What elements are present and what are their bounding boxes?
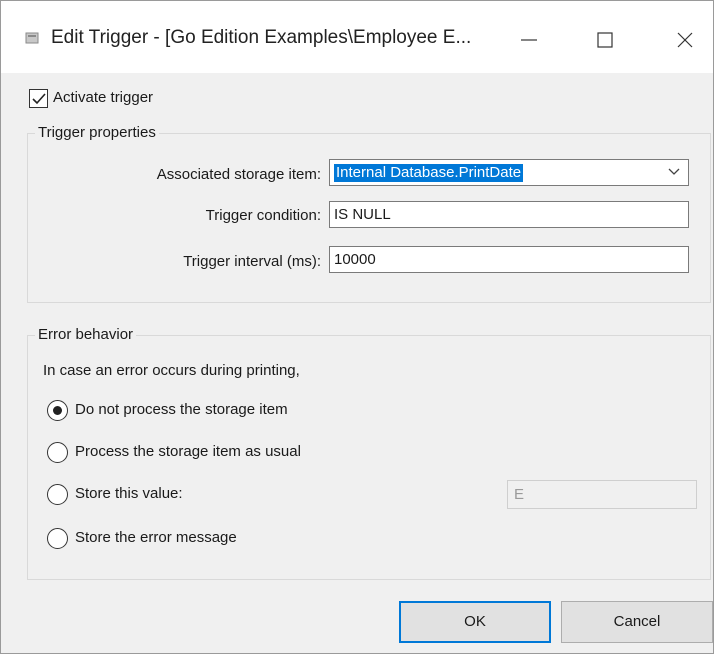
activate-trigger-label: Activate trigger <box>53 89 154 106</box>
maximize-icon <box>597 32 613 48</box>
radio-label: Do not process the storage item <box>75 401 288 418</box>
radio-label: Store the error message <box>75 529 237 546</box>
checkmark-icon <box>32 93 46 105</box>
title-bar[interactable]: Edit Trigger - [Go Edition Examples\Empl… <box>1 1 713 73</box>
trigger-properties-caption: Trigger properties <box>35 124 159 141</box>
chevron-down-icon <box>668 168 680 175</box>
window-title: Edit Trigger - [Go Edition Examples\Empl… <box>51 27 472 48</box>
app-icon <box>25 32 39 44</box>
radio-selected-dot <box>53 406 62 415</box>
store-value-input[interactable]: E <box>507 480 697 509</box>
trigger-condition-input[interactable]: IS NULL <box>329 201 689 228</box>
radio-button[interactable] <box>47 528 68 549</box>
maximize-button[interactable] <box>575 15 635 65</box>
trigger-interval-input[interactable]: 10000 <box>329 246 689 273</box>
error-intro-text: In case an error occurs during printing, <box>43 362 300 379</box>
error-behavior-caption: Error behavior <box>35 326 137 343</box>
radio-button[interactable] <box>47 442 68 463</box>
close-button[interactable] <box>655 15 714 65</box>
radio-button[interactable] <box>47 400 68 421</box>
minimize-button[interactable] <box>499 15 559 65</box>
radio-label: Process the storage item as usual <box>75 443 301 460</box>
cancel-button[interactable]: Cancel <box>561 601 713 643</box>
storage-item-select[interactable]: Internal Database.PrintDate <box>329 159 689 186</box>
close-icon <box>677 32 693 48</box>
activate-trigger-checkbox[interactable] <box>29 89 48 108</box>
storage-item-value: Internal Database.PrintDate <box>334 164 524 182</box>
edit-trigger-dialog: Edit Trigger - [Go Edition Examples\Empl… <box>0 0 714 654</box>
storage-item-label: Associated storage item: <box>156 166 321 183</box>
ok-button[interactable]: OK <box>399 601 551 643</box>
trigger-condition-label: Trigger condition: <box>205 207 321 224</box>
radio-label: Store this value: <box>75 485 183 502</box>
minimize-icon <box>521 39 537 41</box>
trigger-interval-label: Trigger interval (ms): <box>183 253 321 270</box>
radio-button[interactable] <box>47 484 68 505</box>
